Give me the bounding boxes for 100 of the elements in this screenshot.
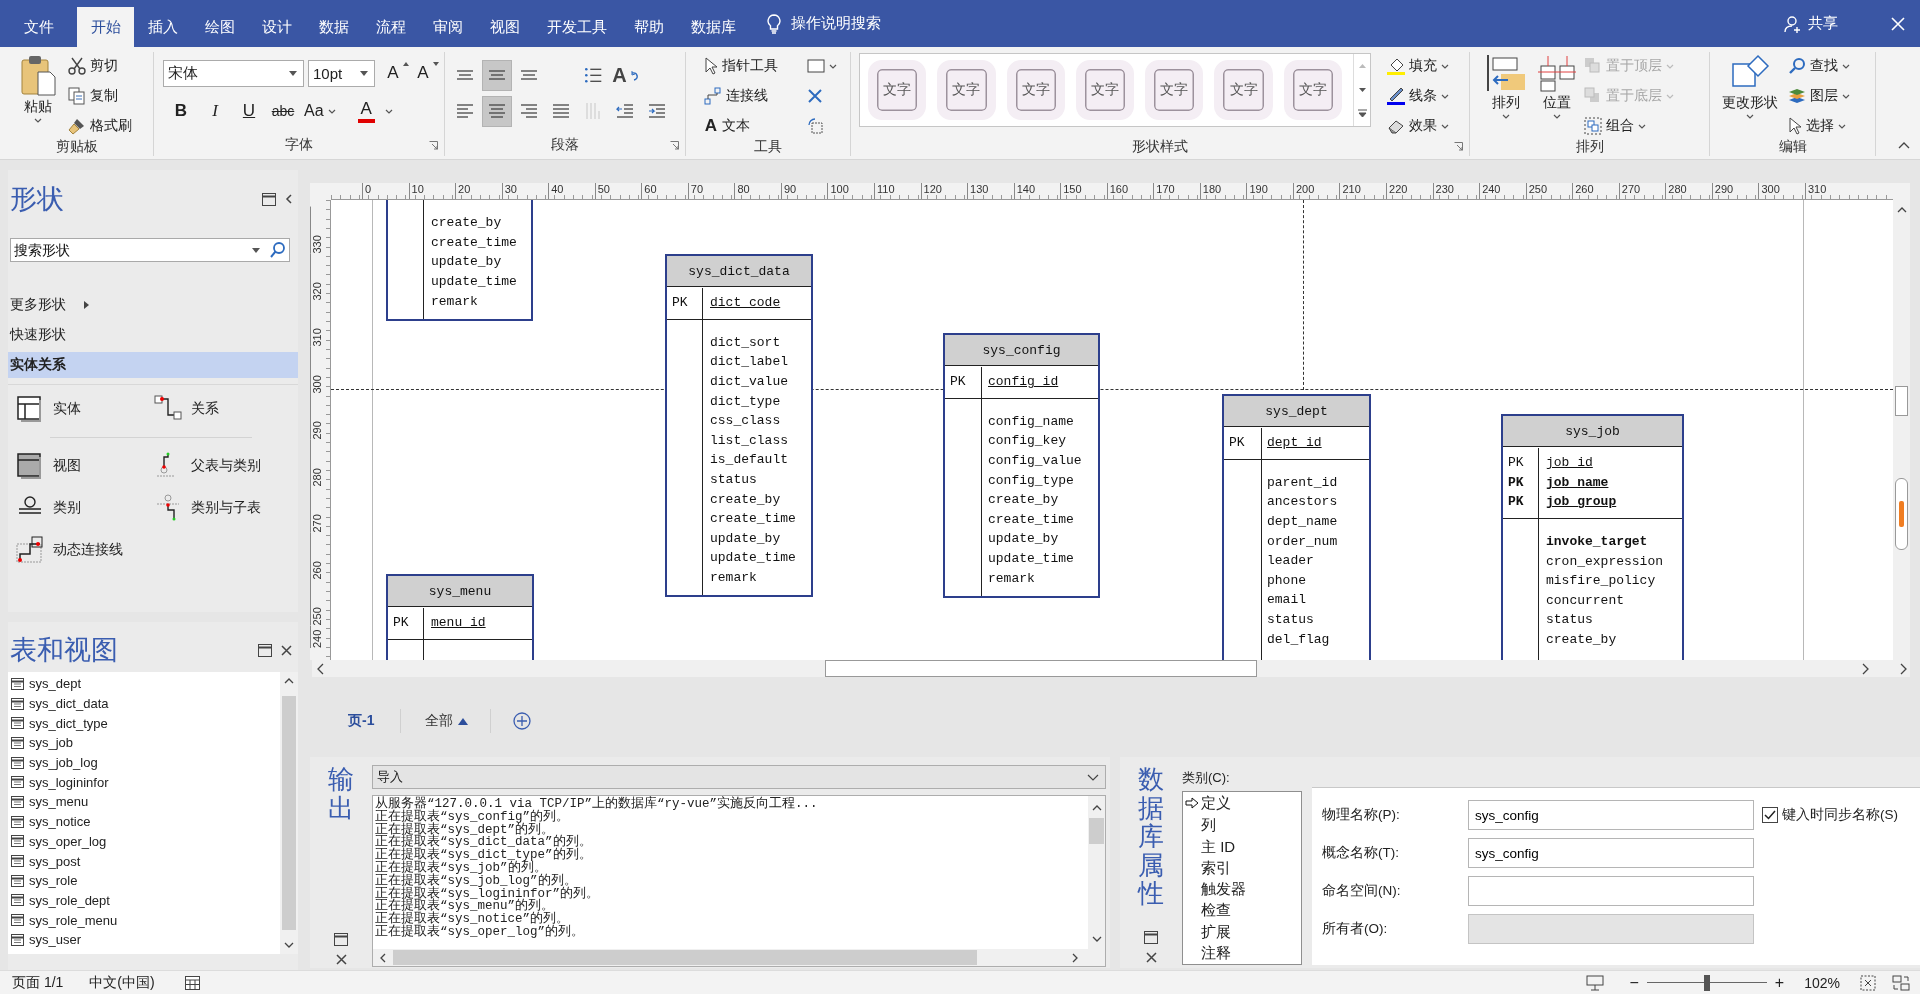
table-list-item[interactable]: sys_notice [8,811,280,832]
ribbon-tab[interactable]: 设计 [248,7,305,47]
stencil-menu-item[interactable]: 更多形状 [8,292,298,318]
category-item[interactable]: 注释 [1185,944,1301,961]
page-tab[interactable]: 页-1 [348,709,402,733]
table-list-item[interactable]: sys_role_menu [8,910,280,930]
cut-button[interactable]: 剪切 [68,55,132,77]
switch-windows-icon[interactable] [1892,974,1910,991]
pointer-tool-button[interactable]: 指针工具 [704,55,791,77]
category-item[interactable]: 定义 [1185,795,1301,812]
bold-button[interactable]: B [168,97,194,125]
table-list-item[interactable]: sys_user [8,929,280,950]
search-icon[interactable] [269,241,287,259]
dialog-launcher-icon[interactable] [670,140,679,150]
group-button[interactable]: 组合 [1584,115,1674,137]
share-button[interactable]: 共享 [1784,0,1838,47]
macro-icon[interactable] [184,975,200,990]
presentation-icon[interactable] [1585,974,1604,991]
close-icon[interactable] [335,954,347,965]
scrollbar-thumb[interactable] [282,696,296,930]
category-item[interactable]: 检查 [1185,902,1301,919]
collapse-icon[interactable] [285,194,292,204]
italic-button[interactable]: I [202,97,228,125]
grow-font-button[interactable]: A [385,59,411,87]
font-size-dropdown[interactable]: 10pt [308,59,375,87]
strikethrough-button[interactable]: abc [270,97,296,125]
ribbon-tab[interactable]: 帮助 [620,7,677,47]
ribbon-tab[interactable]: 数据 [305,7,362,47]
search-field[interactable]: 搜索形状 [10,238,290,262]
table-list-item[interactable]: sys_role_dept [8,890,280,911]
underline-button[interactable]: U [236,97,262,125]
close-icon[interactable] [281,644,292,656]
table-list-item[interactable]: sys_job [8,733,280,753]
shape-style-tile[interactable]: 文字 [1214,60,1273,120]
change-shape-button[interactable]: 更改形状 [1722,52,1778,119]
rotate-icon[interactable] [807,117,825,135]
ribbon-tab[interactable]: 视图 [476,7,533,47]
find-button[interactable]: 查找 [1788,55,1850,77]
zoom-slider-thumb[interactable] [1703,974,1710,991]
category-item[interactable]: 触发器 [1185,880,1301,898]
stencil-menu-item[interactable]: 快速形状 [8,322,298,348]
close-icon[interactable] [1145,952,1157,963]
tell-me-search[interactable]: 操作说明搜索 [767,0,881,47]
add-page-icon[interactable] [513,712,532,730]
pane-window-icon[interactable] [258,643,272,657]
collapse-ribbon-icon[interactable] [1898,141,1910,149]
table-list-item[interactable]: sys_dept [8,674,280,694]
all-pages-button[interactable]: 全部 [401,709,492,733]
align-middle-button[interactable] [483,60,511,90]
table-list-item[interactable]: sys_post [8,851,280,871]
table-list-item[interactable]: sys_dict_data [8,693,280,714]
ribbon-tab[interactable]: 开始 [77,7,134,47]
pane-window-icon[interactable] [262,192,276,206]
dialog-launcher-icon[interactable] [429,140,438,150]
zoom-out-button[interactable]: − [1629,973,1639,992]
text-field[interactable]: sys_config [1468,838,1754,868]
ribbon-tab[interactable]: 数据库 [677,7,749,47]
scrollbar-thumb[interactable] [825,660,1257,677]
shape-style-tile[interactable]: 文字 [1075,60,1135,120]
fill-button[interactable]: 填充 [1387,55,1449,77]
change-case-button[interactable]: Aa [304,97,336,125]
text-field[interactable]: sys_config [1468,800,1754,830]
scrollbar-thumb[interactable] [1089,818,1104,844]
shape-style-tile[interactable]: 文字 [1006,60,1065,120]
ribbon-tab[interactable]: 文件 [10,7,67,47]
table-list-item[interactable]: sys_dict_type [8,713,280,734]
pane-window-icon[interactable] [1144,931,1158,944]
align-center-button[interactable] [483,96,511,126]
shape-style-tile[interactable]: 文字 [1283,60,1342,120]
dialog-launcher-icon[interactable] [1454,142,1463,151]
arrange-button[interactable]: 排列 [1486,52,1526,119]
paste-button[interactable]: 粘贴 [20,52,56,123]
text-field[interactable] [1468,876,1754,906]
sync-names-checkbox[interactable]: 键入时同步名称(S) [1762,800,1920,830]
close-icon[interactable] [807,88,823,104]
ribbon-tab[interactable]: 审阅 [419,7,476,47]
ribbon-tab[interactable]: 绘图 [191,7,248,47]
table-list-item[interactable]: sys_job_log [8,752,280,773]
ribbon-tab[interactable]: 插入 [134,7,191,47]
text-tool-button[interactable]: A 文本 [704,115,791,137]
line-button[interactable]: 线条 [1387,85,1449,107]
zoom-in-button[interactable]: + [1774,973,1785,992]
ribbon-tab[interactable]: 开发工具 [533,7,620,47]
layers-button[interactable]: 图层 [1788,85,1850,107]
effects-button[interactable]: 效果 [1387,115,1449,137]
category-item[interactable]: 列 [1185,817,1301,834]
shape-style-tile[interactable]: 文字 [937,60,996,120]
format-painter-button[interactable]: 格式刷 [68,115,132,137]
table-list-item[interactable]: sys_role [8,870,280,891]
pane-window-icon[interactable] [334,933,348,946]
connector-tool-button[interactable]: 连接线 [704,85,791,107]
category-item[interactable]: 索引 [1185,859,1301,876]
copy-button[interactable]: 复制 [68,85,132,107]
shrink-font-button[interactable]: A [415,59,441,87]
text-direction-button[interactable]: A [611,60,639,90]
output-source-dropdown[interactable]: 导入 [372,765,1106,789]
font-color-button[interactable]: A [357,97,393,125]
fit-page-icon[interactable] [1860,974,1876,991]
table-list-item[interactable]: sys_logininfor [8,772,280,793]
category-item[interactable]: 扩展 [1185,923,1301,940]
